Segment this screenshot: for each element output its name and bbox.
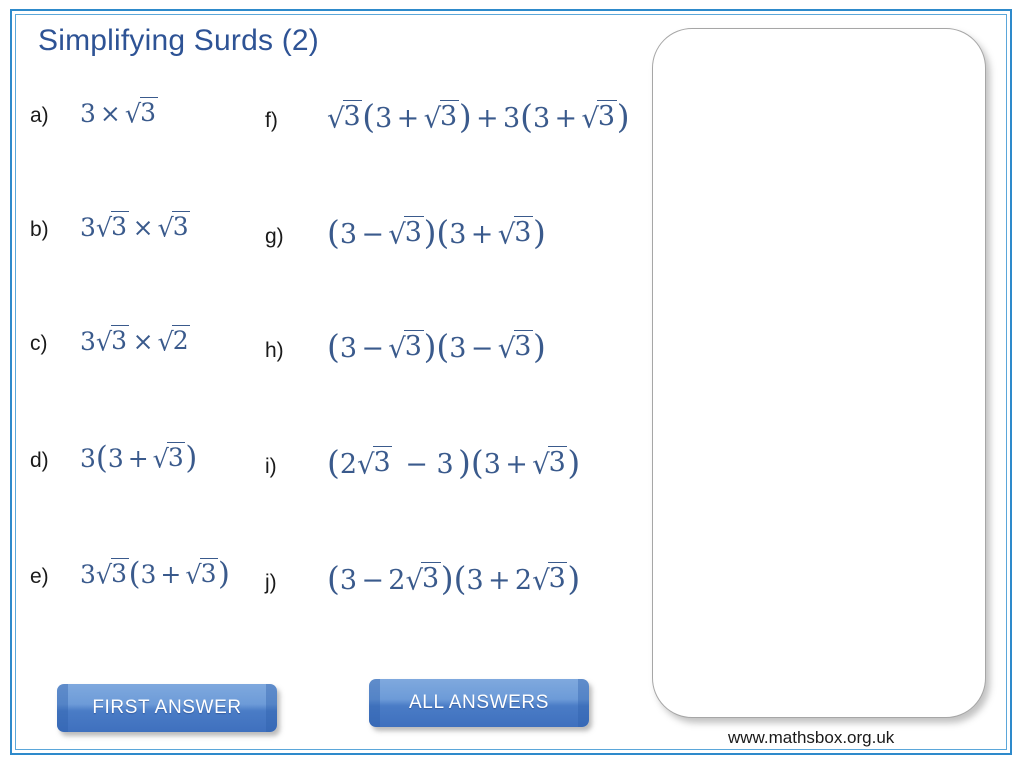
question-expression-f: √3(3 + √3) +3(3 + √3) <box>327 97 630 137</box>
first-answer-button-label: FIRST ANSWER <box>92 697 242 718</box>
all-answers-button-label: ALL ANSWERS <box>409 692 549 713</box>
question-label-i: i) <box>265 455 277 478</box>
question-row-e: e) 3√3(3 + √3) <box>30 556 230 593</box>
question-label-f: f) <box>265 109 278 132</box>
page-title: Simplifying Surds (2) <box>38 24 319 57</box>
question-row-b: b) 3√3 × √3 <box>30 210 191 244</box>
question-expression-b: 3√3 × √3 <box>80 210 191 244</box>
question-expression-i: (2√3 −3)(3 + √3) <box>327 443 581 483</box>
question-row-j: j) (3−2√3)(3 +2√3) <box>265 558 581 599</box>
question-row-i: i) (2√3 −3)(3 + √3) <box>265 442 581 483</box>
slide-canvas: Simplifying Surds (2) a) 3 × √3 b) 3√3 × √3 … <box>0 0 1024 768</box>
question-row-a: a) 3 × √3 <box>30 96 158 130</box>
question-label-g: g) <box>265 225 284 248</box>
question-label-e: e) <box>30 565 49 588</box>
question-expression-c: 3√3 × √2 <box>80 324 191 358</box>
footer-website-url: www.mathsbox.org.uk <box>728 728 895 747</box>
question-expression-a: 3 × √3 <box>80 96 158 130</box>
question-expression-h: (3− √3)(3− √3) <box>327 327 546 367</box>
answer-panel <box>652 28 986 718</box>
question-label-d: d) <box>30 449 49 472</box>
question-label-b: b) <box>30 218 49 241</box>
question-expression-j: (3−2√3)(3 +2√3) <box>327 559 581 599</box>
question-label-a: a) <box>30 104 49 127</box>
question-expression-d: 3(3 + √3) <box>80 441 198 477</box>
question-row-g: g) (3− √3)(3 + √3) <box>265 212 546 253</box>
question-label-h: h) <box>265 339 284 362</box>
question-row-f: f) √3(3 + √3) +3(3 + √3) <box>265 96 630 137</box>
all-answers-button[interactable]: ALL ANSWERS <box>369 679 589 727</box>
question-expression-e: 3√3(3 + √3) <box>80 557 230 593</box>
question-label-c: c) <box>30 332 48 355</box>
question-row-h: h) (3− √3)(3− √3) <box>265 326 546 367</box>
first-answer-button[interactable]: FIRST ANSWER <box>57 684 277 732</box>
question-row-d: d) 3(3 + √3) <box>30 440 198 477</box>
question-expression-g: (3− √3)(3 + √3) <box>327 213 546 253</box>
question-label-j: j) <box>265 571 277 594</box>
question-row-c: c) 3√3 × √2 <box>30 324 191 358</box>
